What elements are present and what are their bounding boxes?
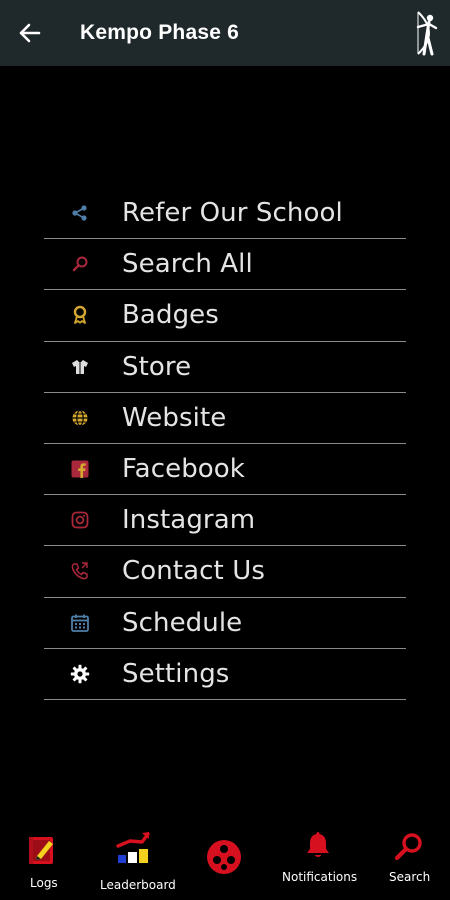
menu-item-label: Search All — [122, 249, 253, 280]
menu-item-label: Facebook — [122, 454, 245, 485]
menu-item-label: Schedule — [122, 607, 243, 638]
nav-notifications[interactable]: Notifications — [282, 820, 357, 900]
nav-logs[interactable]: Logs — [22, 820, 62, 900]
bell-icon — [307, 832, 329, 857]
menu-item-contact[interactable]: Contact Us — [44, 546, 406, 598]
menu-item-facebook[interactable]: Facebook — [44, 444, 406, 496]
menu-item-store[interactable]: Store — [44, 342, 406, 393]
main-menu: Refer Our School Search All Badges Store — [44, 188, 406, 700]
arrow-left-icon — [19, 23, 41, 43]
instagram-icon — [69, 509, 91, 531]
archer-icon[interactable] — [410, 10, 442, 56]
menu-item-badges[interactable]: Badges — [44, 290, 406, 342]
leaderboard-icon — [116, 832, 150, 863]
menu-item-website[interactable]: Website — [44, 393, 406, 444]
nav-leaderboard[interactable]: Leaderboard — [100, 820, 176, 900]
gear-icon — [69, 663, 91, 685]
app-bar: Kempo Phase 6 — [0, 0, 450, 66]
bottom-nav: Logs Leaderboard Notifications Search — [0, 820, 450, 900]
dots-circle-icon — [207, 840, 241, 874]
nav-label-notifications: Notifications — [282, 870, 358, 884]
menu-item-refer[interactable]: Refer Our School — [44, 188, 406, 240]
calendar-icon — [69, 612, 91, 634]
menu-item-label: Refer Our School — [122, 198, 343, 229]
menu-item-search-all[interactable]: Search All — [44, 239, 406, 291]
nav-search[interactable]: Search — [386, 820, 430, 900]
uniform-icon — [69, 356, 91, 378]
menu-item-label: Settings — [122, 658, 230, 689]
logbook-icon — [29, 837, 53, 864]
badge-icon — [69, 304, 91, 326]
share-icon — [69, 202, 91, 224]
menu-item-label: Store — [122, 351, 192, 382]
phone-icon — [69, 560, 91, 582]
menu-item-label: Badges — [122, 300, 219, 331]
page-title: Kempo Phase 6 — [80, 21, 239, 44]
nav-label-logs: Logs — [30, 876, 58, 890]
nav-label-leaderboard: Leaderboard — [100, 878, 176, 892]
menu-item-settings[interactable]: Settings — [44, 649, 406, 700]
menu-item-schedule[interactable]: Schedule — [44, 598, 406, 649]
menu-item-label: Instagram — [122, 505, 256, 536]
globe-icon — [69, 407, 91, 429]
facebook-icon — [69, 458, 91, 480]
menu-item-instagram[interactable]: Instagram — [44, 495, 406, 547]
search-icon — [69, 253, 91, 275]
search-icon — [394, 833, 422, 861]
menu-item-label: Website — [122, 402, 227, 433]
menu-item-label: Contact Us — [122, 556, 265, 587]
back-button[interactable] — [14, 19, 46, 47]
nav-home[interactable] — [204, 820, 244, 900]
nav-label-search: Search — [389, 870, 431, 884]
